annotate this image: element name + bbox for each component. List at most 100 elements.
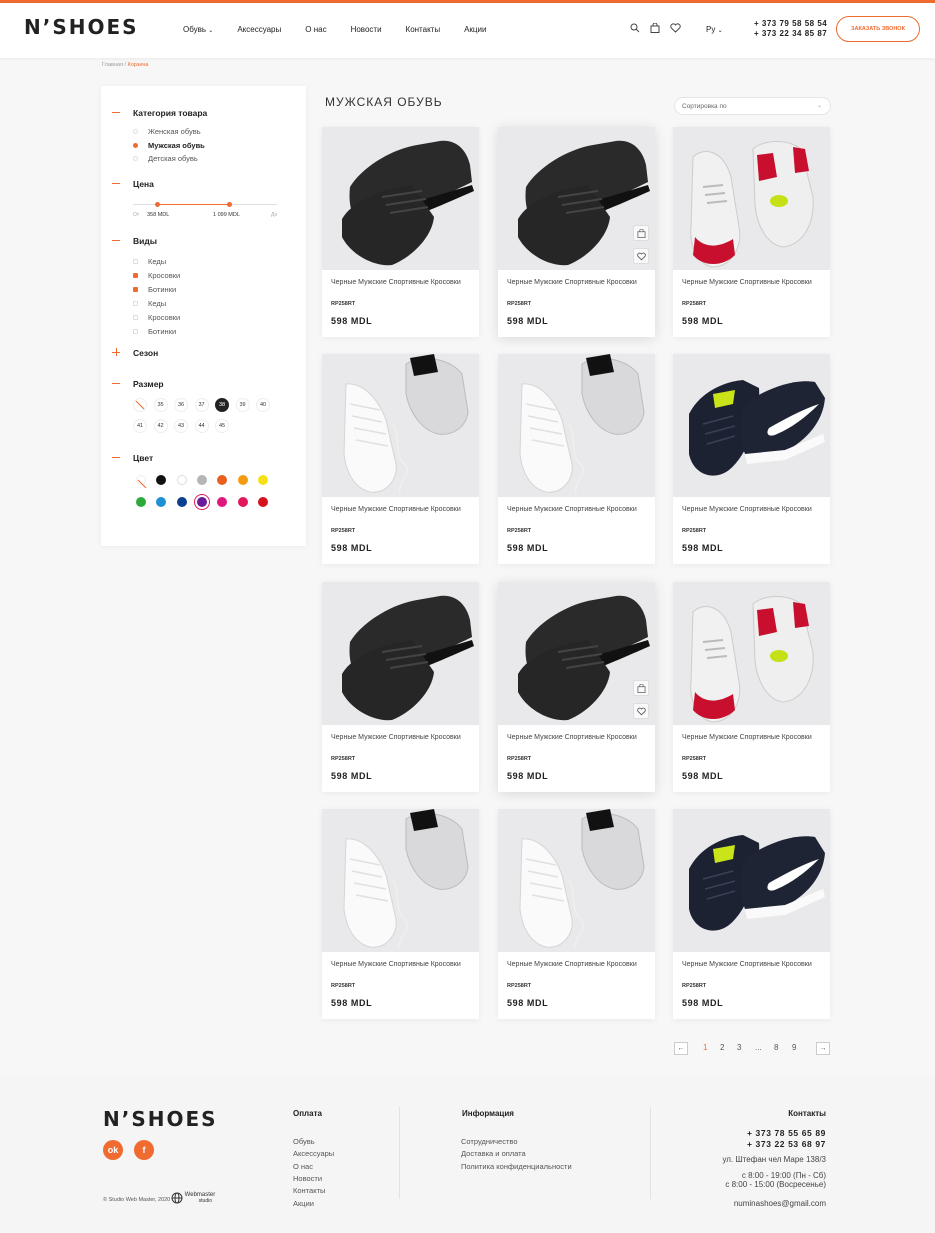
footer-payment-link[interactable]: Обувь [293,1137,315,1146]
color-swatch[interactable] [176,497,187,507]
add-to-wishlist-button[interactable] [633,248,649,264]
pagination-page[interactable]: 9 [792,1043,796,1052]
type-checkbox[interactable] [133,287,138,292]
price-max-handle[interactable] [226,202,232,207]
product-card[interactable]: Черные Мужские Спортивные Кросовки RP258R… [322,127,479,337]
size-option[interactable]: 37 [194,398,209,412]
footer-phone-2[interactable]: + 373 22 53 68 97 [747,1139,826,1149]
add-to-cart-button[interactable] [633,225,649,241]
sort-select[interactable]: Сортировка по ⌄ [674,97,831,115]
product-name[interactable]: Черные Мужские Спортивные Кросовки [507,505,647,514]
product-card[interactable]: Черные Мужские Спортивные Кросовки RP258R… [498,354,655,564]
footer-info-link[interactable]: Доставка и оплата [461,1149,526,1158]
type-option[interactable]: Ботинки [148,285,176,294]
category-radio[interactable] [133,142,138,148]
color-swatch[interactable] [176,475,187,485]
product-name[interactable]: Черные Мужские Спортивные Кросовки [682,278,822,287]
product-name[interactable]: Черные Мужские Спортивные Кросовки [682,505,822,514]
bag-icon[interactable] [650,23,660,33]
product-image[interactable] [498,809,655,952]
color-swatch[interactable] [136,497,146,507]
category-radio[interactable] [133,129,138,134]
size-option[interactable]: 41 [133,419,147,433]
nav-item-about[interactable]: О нас [305,25,326,34]
type-checkbox[interactable] [133,273,138,278]
size-option[interactable]: 39 [235,398,250,412]
product-name[interactable]: Черные Мужские Спортивные Кросовки [331,960,471,969]
product-image[interactable] [498,354,655,497]
phone-2[interactable]: + 373 22 34 85 87 [754,29,827,39]
size-none-option[interactable] [133,398,147,412]
product-image[interactable] [322,809,479,952]
category-radio[interactable] [133,156,138,161]
category-option[interactable]: Женская обувь [148,127,201,136]
filter-category-title[interactable]: Категория товара [133,108,207,118]
footer-payment-link[interactable]: Контакты [293,1186,325,1195]
product-name[interactable]: Черные Мужские Спортивные Кросовки [682,960,822,969]
product-name[interactable]: Черные Мужские Спортивные Кросовки [682,733,822,742]
webmaster-logo[interactable]: Webmaster studio [171,1192,215,1204]
type-option[interactable]: Кросовки [148,313,180,322]
product-card[interactable]: Черные Мужские Спортивные Кросовки RP258R… [322,354,479,564]
search-icon[interactable] [630,23,640,33]
product-card[interactable]: Черные Мужские Спортивные Кросовки RP258R… [322,809,479,1019]
product-name[interactable]: Черные Мужские Спортивные Кросовки [507,278,647,287]
size-option[interactable]: 40 [256,398,270,412]
size-option[interactable]: 44 [194,419,209,433]
product-image[interactable] [322,582,479,725]
product-image[interactable] [322,127,479,270]
pagination-next[interactable]: → [816,1042,830,1055]
nav-item-news[interactable]: Новости [351,25,382,34]
product-card[interactable]: Черные Мужские Спортивные Кросовки RP258R… [498,582,655,792]
product-image[interactable] [498,582,655,725]
size-option[interactable]: 35 [153,398,168,412]
product-image[interactable] [322,354,479,497]
facebook-icon[interactable]: f [134,1140,154,1160]
breadcrumb-home[interactable]: Главная [102,62,123,68]
color-swatch[interactable] [237,475,248,485]
color-swatch[interactable] [217,475,228,485]
color-swatch[interactable] [257,475,268,485]
product-card[interactable]: Черные Мужские Спортивные Кросовки RP258R… [673,354,830,564]
product-image[interactable] [673,809,830,952]
size-option[interactable]: 38 [215,398,229,412]
size-option[interactable]: 43 [174,419,188,433]
color-swatch[interactable] [136,475,147,489]
size-option[interactable]: 42 [153,419,168,433]
color-swatch[interactable] [237,497,248,507]
type-option[interactable]: Ботинки [148,327,176,336]
site-logo[interactable]: N’SHOES [24,15,139,39]
filter-size-title[interactable]: Размер [133,379,164,389]
order-call-button[interactable]: ЗАКАЗАТЬ ЗВОНОК [836,16,920,42]
type-checkbox[interactable] [133,329,138,334]
pagination-page[interactable]: 8 [774,1043,778,1052]
category-option[interactable]: Детская обувь [148,154,198,163]
color-swatch[interactable] [217,497,228,507]
filter-price-title[interactable]: Цена [133,179,154,189]
filter-season-title[interactable]: Сезон [133,348,158,358]
heart-icon[interactable] [670,23,681,33]
product-card[interactable]: Черные Мужские Спортивные Кросовки RP258R… [673,582,830,792]
color-swatch[interactable] [156,475,167,485]
add-to-cart-button[interactable] [633,680,649,696]
product-card[interactable]: Черные Мужские Спортивные Кросовки RP258R… [673,809,830,1019]
type-checkbox[interactable] [133,315,138,320]
pagination-page[interactable]: 3 [737,1043,741,1052]
size-option[interactable]: 45 [215,419,229,433]
type-option[interactable]: Кросовки [148,271,180,280]
product-name[interactable]: Черные Мужские Спортивные Кросовки [331,278,471,287]
product-card[interactable]: Черные Мужские Спортивные Кросовки RP258R… [673,127,830,337]
nav-item-shoes[interactable]: Обувь ⌄ [183,25,213,34]
category-option[interactable]: Мужская обувь [148,141,205,150]
footer-info-link[interactable]: Политика конфиденциальности [461,1162,572,1171]
footer-payment-link[interactable]: Аксессуары [293,1149,334,1158]
pagination-page[interactable]: 2 [720,1043,724,1052]
nav-item-accessories[interactable]: Аксессуары [237,25,281,34]
footer-email[interactable]: numinashoes@gmail.com [734,1199,826,1208]
color-swatch[interactable] [257,497,268,507]
product-card[interactable]: Черные Мужские Спортивные Кросовки RP258R… [498,809,655,1019]
nav-item-contacts[interactable]: Контакты [406,25,441,34]
add-to-wishlist-button[interactable] [633,703,649,719]
color-swatch[interactable] [156,497,167,507]
odnoklassniki-icon[interactable]: ok [103,1140,123,1160]
